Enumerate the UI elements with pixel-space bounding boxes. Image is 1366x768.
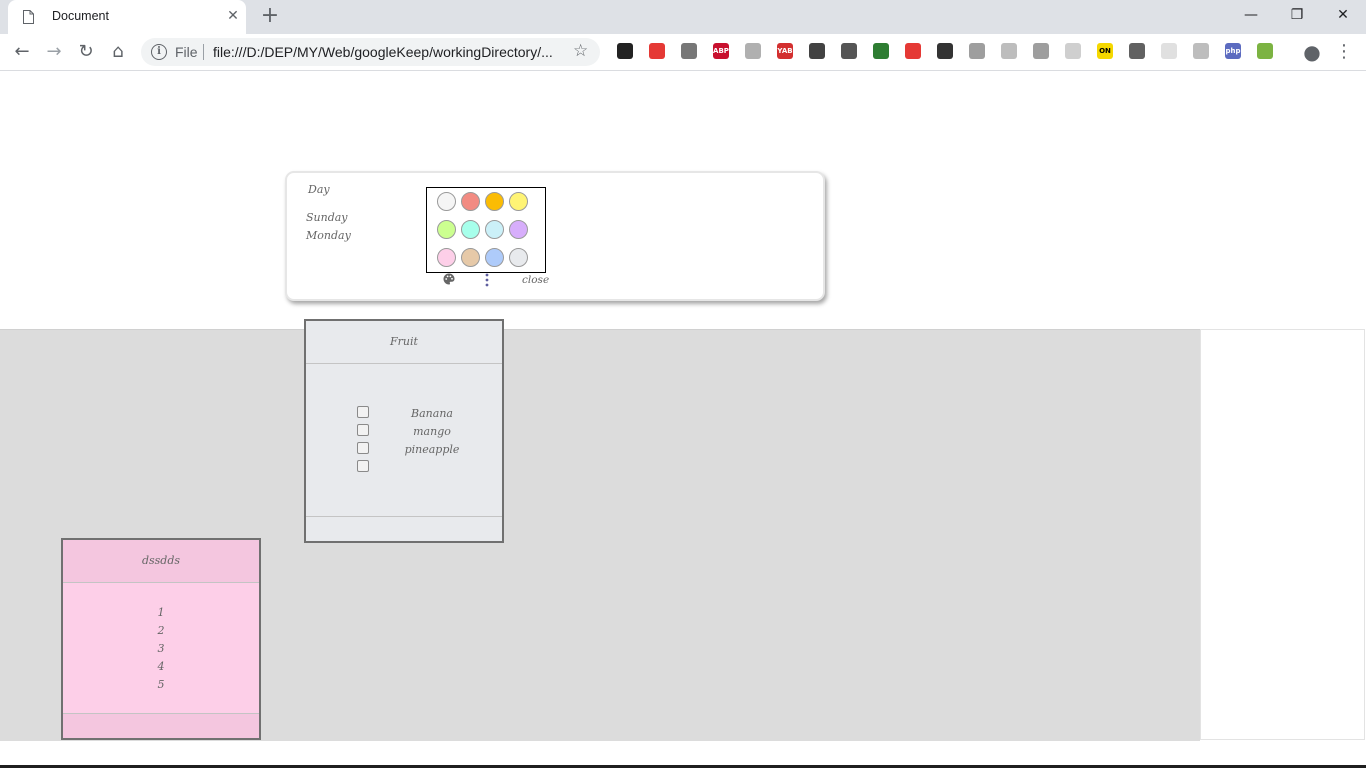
list-item: 5 (157, 678, 165, 691)
browser-menu-icon[interactable]: ⋮ (1332, 40, 1356, 64)
tampermonkey-icon[interactable] (617, 43, 633, 59)
address-bar[interactable]: i File file:///D:/DEP/MY/Web/googleKeep/… (141, 38, 600, 66)
bag-icon[interactable] (1001, 43, 1017, 59)
list-item: pineapple (404, 443, 460, 456)
checkbox[interactable] (357, 424, 369, 436)
palette-icon[interactable] (443, 273, 455, 285)
download-circle-icon[interactable] (809, 43, 825, 59)
list-item: Banana (411, 407, 453, 420)
browser-toolbar: ← → ↻ ⌂ i File file:///D:/DEP/MY/Web/goo… (0, 34, 1366, 71)
adblock-plus-icon[interactable]: ABP (713, 43, 729, 59)
reload-button[interactable]: ↻ (74, 40, 98, 64)
window-icon[interactable] (1065, 43, 1081, 59)
color-swatch[interactable] (461, 192, 480, 211)
tab-title: Document (52, 9, 109, 23)
editor-title[interactable]: Day (308, 183, 330, 196)
tab-close-icon[interactable]: ✕ (224, 7, 242, 25)
color-swatch[interactable] (461, 220, 480, 239)
cube-icon[interactable] (1033, 43, 1049, 59)
note-footer (306, 516, 502, 541)
window-close-button[interactable]: ✕ (1320, 0, 1366, 30)
right-panel (1200, 329, 1365, 740)
color-swatch[interactable] (509, 192, 528, 211)
list-item: 4 (157, 660, 165, 673)
gear-extension-icon[interactable] (1129, 43, 1145, 59)
color-swatch[interactable] (437, 192, 456, 211)
note-editor[interactable]: Day Sunday Monday close (285, 171, 825, 301)
minimize-button[interactable]: — (1228, 0, 1274, 30)
color-swatch[interactable] (485, 192, 504, 211)
forward-button[interactable]: → (42, 40, 66, 64)
restore-button[interactable]: ❐ (1274, 0, 1320, 30)
list-item: mango (413, 425, 451, 438)
browser-tab[interactable]: Document ✕ (8, 0, 246, 34)
note-card-fruit[interactable]: Fruit Banana mango pineapple (304, 319, 504, 543)
editor-line: Sunday (306, 211, 348, 224)
browser-titlebar: Document ✕ + — ❐ ✕ (0, 0, 1366, 34)
new-tab-button[interactable]: + (259, 4, 281, 28)
php-light-icon[interactable] (1193, 43, 1209, 59)
color-swatch[interactable] (509, 220, 528, 239)
editor-line: Monday (306, 229, 351, 242)
color-swatch[interactable] (485, 248, 504, 267)
note-card-dssdds[interactable]: dssdds 1 2 3 4 5 (61, 538, 261, 740)
faded-circle-icon[interactable] (1161, 43, 1177, 59)
list-item: 1 (157, 606, 165, 619)
document-icon (23, 10, 34, 24)
checkbox[interactable] (357, 442, 369, 454)
color-swatch[interactable] (509, 248, 528, 267)
puzzle-icon[interactable] (745, 43, 761, 59)
color-palette (426, 187, 546, 273)
php-icon[interactable]: php (1225, 43, 1241, 59)
bookmark-star-icon[interactable]: ☆ (573, 41, 588, 61)
color-swatch[interactable] (485, 220, 504, 239)
back-button[interactable]: ← (10, 40, 34, 64)
home-button[interactable]: ⌂ (106, 40, 130, 64)
profile-icon[interactable]: ● (1300, 40, 1324, 64)
photo-extension-icon[interactable] (969, 43, 985, 59)
download-arrow-icon[interactable] (937, 43, 953, 59)
list-item: 3 (157, 642, 165, 655)
checkbox[interactable] (357, 406, 369, 418)
address-separator (203, 44, 204, 60)
green-download-icon[interactable] (873, 43, 889, 59)
note-title: Fruit (306, 321, 502, 364)
yab-icon[interactable]: YAB (777, 43, 793, 59)
opera-icon[interactable] (905, 43, 921, 59)
note-title: dssdds (63, 540, 259, 583)
globe-gear-icon[interactable] (681, 43, 697, 59)
editor-body[interactable]: Sunday Monday (306, 209, 351, 245)
scheme-label: File (175, 44, 198, 60)
color-swatch[interactable] (437, 220, 456, 239)
info-icon[interactable]: i (151, 44, 167, 60)
list-item: 2 (157, 624, 165, 637)
android-circle-icon[interactable] (1257, 43, 1273, 59)
note-footer (63, 713, 259, 738)
color-swatch[interactable] (437, 248, 456, 267)
editor-close-button[interactable]: close (522, 274, 549, 286)
on-icon[interactable]: ON (1097, 43, 1113, 59)
color-swatch[interactable] (461, 248, 480, 267)
image-extension-icon[interactable] (841, 43, 857, 59)
url-text[interactable]: file:///D:/DEP/MY/Web/googleKeep/working… (213, 44, 553, 60)
red-extension-icon[interactable] (649, 43, 665, 59)
checkbox[interactable] (357, 460, 369, 472)
more-options-icon[interactable] (485, 273, 489, 287)
